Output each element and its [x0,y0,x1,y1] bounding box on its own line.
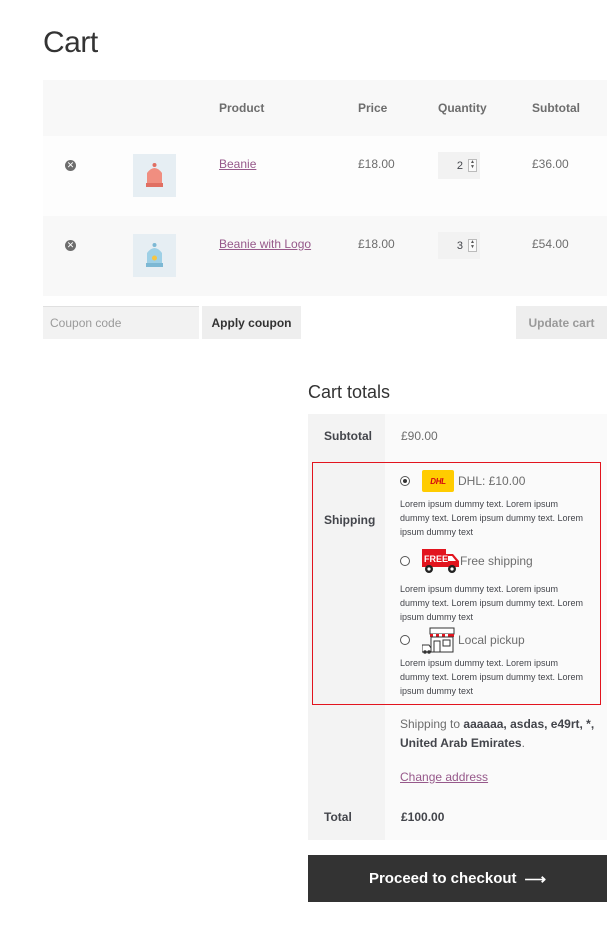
product-price: £18.00 [358,216,438,296]
subtotal-value: £90.00 [385,414,607,457]
page-title: Cart [43,26,98,59]
product-subtotal: £36.00 [532,136,607,216]
update-cart-button[interactable]: Update cart [516,306,607,339]
subtotal-label: Subtotal [308,414,385,457]
quantity-stepper[interactable]: 2 ▲ ▼ [438,152,480,179]
shipping-option-description: Lorem ipsum dummy text. Lorem ipsum dumm… [400,658,584,696]
shipping-to-suffix: . [521,736,525,750]
radio-free-shipping[interactable] [400,556,410,566]
free-shipping-truck-icon: FREE [422,549,459,573]
proceed-to-checkout-button[interactable]: Proceed to checkout ⟶ [308,855,607,902]
header-subtotal: Subtotal [532,80,607,136]
product-thumbnail[interactable] [133,154,176,197]
header-price: Price [358,80,438,136]
spinner-icon[interactable]: ▲ ▼ [468,159,477,172]
svg-text:FREE: FREE [424,554,448,564]
header-product: Product [219,80,358,136]
shipping-option-local-pickup[interactable]: Local pickup [400,626,525,654]
total-row: Total £100.00 [308,798,607,840]
subtotal-row: Subtotal £90.00 [308,414,607,457]
shipping-option-label: DHL: £10.00 [458,474,526,488]
shipping-option-label: Local pickup [458,633,525,647]
change-address-link[interactable]: Change address [400,770,488,784]
product-thumbnail[interactable] [133,234,176,277]
close-circle-icon[interactable]: ✕ [65,160,76,171]
shipping-option-description: Lorem ipsum dummy text. Lorem ipsum dumm… [400,584,584,622]
coupon-code-input[interactable] [43,306,199,339]
cart-row: ✕ Beanie with Logo £18.00 3 ▲ ▼ £54.00 [43,216,607,296]
store-pickup-icon [422,627,455,654]
quantity-stepper[interactable]: 3 ▲ ▼ [438,232,480,259]
cart-totals-title: Cart totals [308,382,391,402]
header-thumbnail [98,80,219,136]
close-circle-icon[interactable]: ✕ [65,240,76,251]
dhl-logo-icon: DHL [422,470,454,492]
shipping-to-prefix: Shipping to [400,717,461,731]
shipping-option-dhl[interactable]: DHL DHL: £10.00 [400,470,525,492]
product-price: £18.00 [358,136,438,216]
quantity-value: 3 [456,239,463,252]
beanie-icon [146,163,163,187]
apply-coupon-button[interactable]: Apply coupon [202,306,301,339]
checkout-label: Proceed to checkout [368,870,517,887]
total-value: £100.00 [385,798,607,840]
total-label: Total [308,798,385,840]
shipping-option-free[interactable]: FREE Free shipping [400,546,533,576]
beanie-with-logo-icon [146,243,163,267]
header-remove [43,80,98,136]
cart-table-header: Product Price Quantity Subtotal [43,80,607,136]
header-quantity: Quantity [438,80,532,136]
product-subtotal: £54.00 [532,216,607,296]
product-link[interactable]: Beanie with Logo [219,237,311,251]
cart-row: ✕ Beanie £18.00 2 ▲ ▼ £36.00 [43,136,607,216]
shipping-option-label: Free shipping [460,554,533,568]
spinner-icon[interactable]: ▲ ▼ [468,239,477,252]
arrow-right-icon: ⟶ [524,870,547,888]
cart-table: Product Price Quantity Subtotal ✕ Beanie… [43,80,607,296]
shipping-destination: Shipping to aaaaaa, asdas, e49rt, *, Uni… [400,715,600,753]
radio-local-pickup[interactable] [400,635,410,645]
quantity-value: 2 [456,159,463,172]
product-link[interactable]: Beanie [219,157,256,171]
shipping-option-description: Lorem ipsum dummy text. Lorem ipsum dumm… [400,499,584,537]
radio-dhl[interactable] [400,476,410,486]
